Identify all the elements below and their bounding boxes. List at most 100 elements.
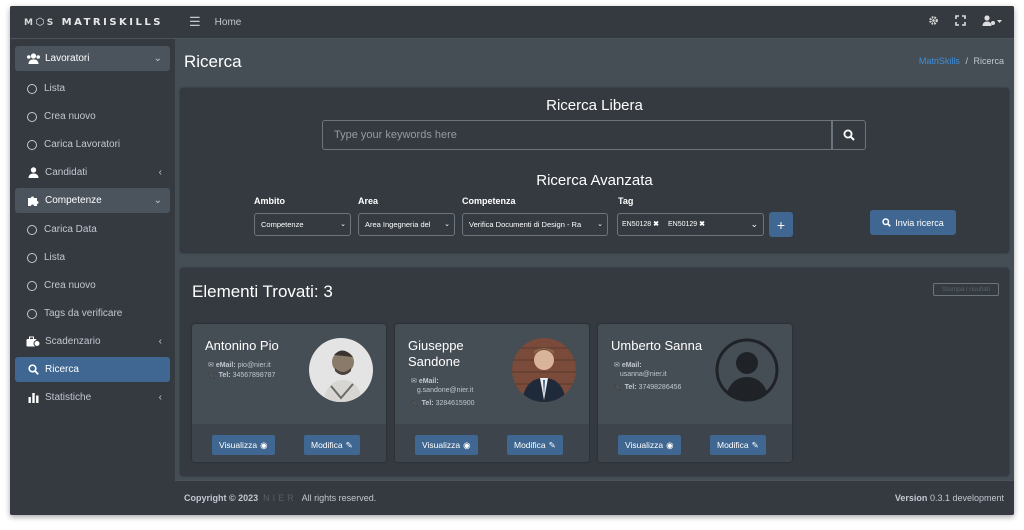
eye-icon: ◉ xyxy=(260,439,268,450)
ambito-label: Ambito xyxy=(254,196,285,206)
circle-icon xyxy=(27,224,37,235)
sidebar-item-label: Scadenzario xyxy=(45,336,101,347)
chevron-down-icon[interactable]: ⌄ xyxy=(750,219,758,230)
tag-select[interactable]: EN50128 ✖ EN50129 ✖ ⌄ xyxy=(617,213,764,236)
view-button[interactable]: Visualizza ◉ xyxy=(212,435,275,455)
print-results-button[interactable]: Stampa i risultati xyxy=(933,283,999,296)
search-button[interactable] xyxy=(832,120,866,150)
competenza-value: Verifica Documenti di Design - Ra xyxy=(469,220,582,229)
edit-icon: ✎ xyxy=(548,439,556,450)
edit-button[interactable]: Modifica ✎ xyxy=(710,435,766,455)
sidebar-item-ricerca[interactable]: Ricerca xyxy=(15,357,170,382)
sidebar-item-statistiche[interactable]: Statistiche ‹ xyxy=(15,385,170,410)
add-tag-button[interactable]: + xyxy=(769,212,793,237)
sidebar-item-label: Ricerca xyxy=(45,364,79,375)
person-email: ✉ eMail: usanna@nier.it xyxy=(614,362,667,378)
competenza-select[interactable]: Verifica Documenti di Design - Ra ⌄ xyxy=(462,213,608,236)
sidebar-item-label: Carica Lavoratori xyxy=(44,139,121,150)
sidebar-item-tags-da-verificare[interactable]: Tags da verificare xyxy=(15,301,170,326)
hamburger-icon[interactable]: ☰ xyxy=(189,14,201,30)
breadcrumb-separator: / xyxy=(965,56,968,66)
submit-search-button[interactable]: Invia ricerca xyxy=(870,210,956,235)
sidebar-item-label: Carica Data xyxy=(44,224,97,235)
sidebar-item-competenze[interactable]: Competenze ⌄ xyxy=(15,188,170,213)
sidebar-item-lista-competenze[interactable]: Lista xyxy=(15,245,170,270)
sidebar-item-lista[interactable]: Lista xyxy=(15,76,170,101)
page-title: Ricerca xyxy=(184,52,242,71)
sidebar-item-label: Crea nuovo xyxy=(44,280,96,291)
chevron-down-icon: ⌄ xyxy=(153,53,162,64)
breadcrumb-current: Ricerca xyxy=(973,56,1004,66)
area-label: Area xyxy=(358,196,379,206)
chevron-left-icon: ‹ xyxy=(158,336,162,347)
person-phone: 📞 Tel: 3284615900 xyxy=(411,400,475,407)
briefcase-clock-icon xyxy=(25,336,41,347)
sidebar-item-carica-data[interactable]: Carica Data xyxy=(15,217,170,242)
user-settings-icon[interactable] xyxy=(982,15,1002,29)
person-name: Giuseppe Sandone xyxy=(408,338,464,369)
area-value: Area Ingegneria del xyxy=(365,220,431,229)
sidebar-item-carica-lavoratori[interactable]: Carica Lavoratori xyxy=(15,132,170,157)
edit-button[interactable]: Modifica ✎ xyxy=(507,435,563,455)
footer: Copyright © 2023 NIER All rights reserved.… xyxy=(175,480,1014,515)
users-icon xyxy=(25,53,41,64)
breadcrumb-link-matriskills[interactable]: MatriSkills xyxy=(919,56,960,66)
bar-chart-icon xyxy=(25,392,41,403)
search-card: Ricerca Libera Type your keywords here R… xyxy=(180,88,1009,253)
results-card: Elementi Trovati: 3 Stampa i risultati A… xyxy=(180,268,1009,476)
sidebar-item-label: Competenze xyxy=(45,195,102,206)
sidebar-item-label: Candidati xyxy=(45,167,88,178)
avatar-placeholder-icon xyxy=(715,338,779,402)
sidebar-item-lavoratori[interactable]: Lavoratori ⌄ xyxy=(15,46,170,71)
person-actions: Visualizza ◉ Modifica ✎ xyxy=(395,424,589,462)
eye-icon: ◉ xyxy=(666,439,674,450)
tag-label: Tag xyxy=(618,196,634,206)
tag-chip: EN50129 ✖ xyxy=(668,221,706,228)
circle-icon xyxy=(27,308,37,319)
remove-tag-icon[interactable]: ✖ xyxy=(699,221,705,228)
sidebar-item-candidati[interactable]: Candidati ‹ xyxy=(15,160,170,185)
edit-button[interactable]: Modifica ✎ xyxy=(304,435,360,455)
chevron-down-icon: ⌄ xyxy=(597,221,603,228)
remove-tag-icon[interactable]: ✖ xyxy=(653,221,659,228)
avatar-photo xyxy=(309,338,373,402)
person-actions: Visualizza ◉ Modifica ✎ xyxy=(192,424,386,462)
view-button[interactable]: Visualizza ◉ xyxy=(618,435,681,455)
circle-icon xyxy=(27,111,37,122)
puzzle-icon xyxy=(25,195,41,207)
tag-chip: EN50128 ✖ xyxy=(622,221,660,228)
edit-icon: ✎ xyxy=(345,439,353,450)
app-window: M⬡S MATRISKILLS Lavoratori ⌄ Lista Crea … xyxy=(10,6,1014,515)
circle-icon xyxy=(27,139,37,150)
sidebar-item-crea-nuovo-competenza[interactable]: Crea nuovo xyxy=(15,273,170,298)
circle-icon xyxy=(27,280,37,291)
sidebar-item-label: Tags da verificare xyxy=(44,308,123,319)
main-content: Ricerca MatriSkills / Ricerca Ricerca Li… xyxy=(175,40,1014,515)
edit-icon: ✎ xyxy=(751,439,759,450)
person-name: Umberto Sanna xyxy=(611,338,703,353)
submit-search-label: Invia ricerca xyxy=(895,217,944,228)
person-card: Antonino Pio ✉ eMail: pio@nier.it 📞 Tel:… xyxy=(192,324,386,462)
person-phone: 📞 Tel: 34567898787 xyxy=(208,372,276,379)
competenza-label: Competenza xyxy=(462,196,516,206)
brand-logo[interactable]: M⬡S MATRISKILLS xyxy=(10,6,175,39)
brand-text: M⬡S MATRISKILLS xyxy=(24,16,163,28)
home-link[interactable]: Home xyxy=(215,17,242,28)
sidebar-item-scadenzario[interactable]: Scadenzario ‹ xyxy=(15,329,170,354)
sidebar-item-label: Lista xyxy=(44,252,66,263)
person-email: ✉ eMail: pio@nier.it xyxy=(208,362,271,369)
ambito-select[interactable]: Competenze ⌄ xyxy=(254,213,351,236)
area-select[interactable]: Area Ingegneria del ⌄ xyxy=(358,213,455,236)
ambito-value: Competenze xyxy=(261,220,304,229)
chevron-left-icon: ‹ xyxy=(158,167,162,178)
sidebar-item-crea-nuovo[interactable]: Crea nuovo xyxy=(15,104,170,129)
fullscreen-icon[interactable] xyxy=(955,15,966,29)
copyright-text: Copyright © 2023 NIER All rights reserved. xyxy=(184,493,377,503)
user-tie-icon xyxy=(25,167,41,178)
search-input[interactable]: Type your keywords here xyxy=(322,120,832,150)
gear-icon[interactable] xyxy=(928,15,939,29)
view-button[interactable]: Visualizza ◉ xyxy=(415,435,478,455)
company-logo: NIER xyxy=(263,493,297,503)
person-card: Giuseppe Sandone ✉ eMail: g.sandone@nier… xyxy=(395,324,589,462)
sidebar: M⬡S MATRISKILLS Lavoratori ⌄ Lista Crea … xyxy=(10,6,175,515)
